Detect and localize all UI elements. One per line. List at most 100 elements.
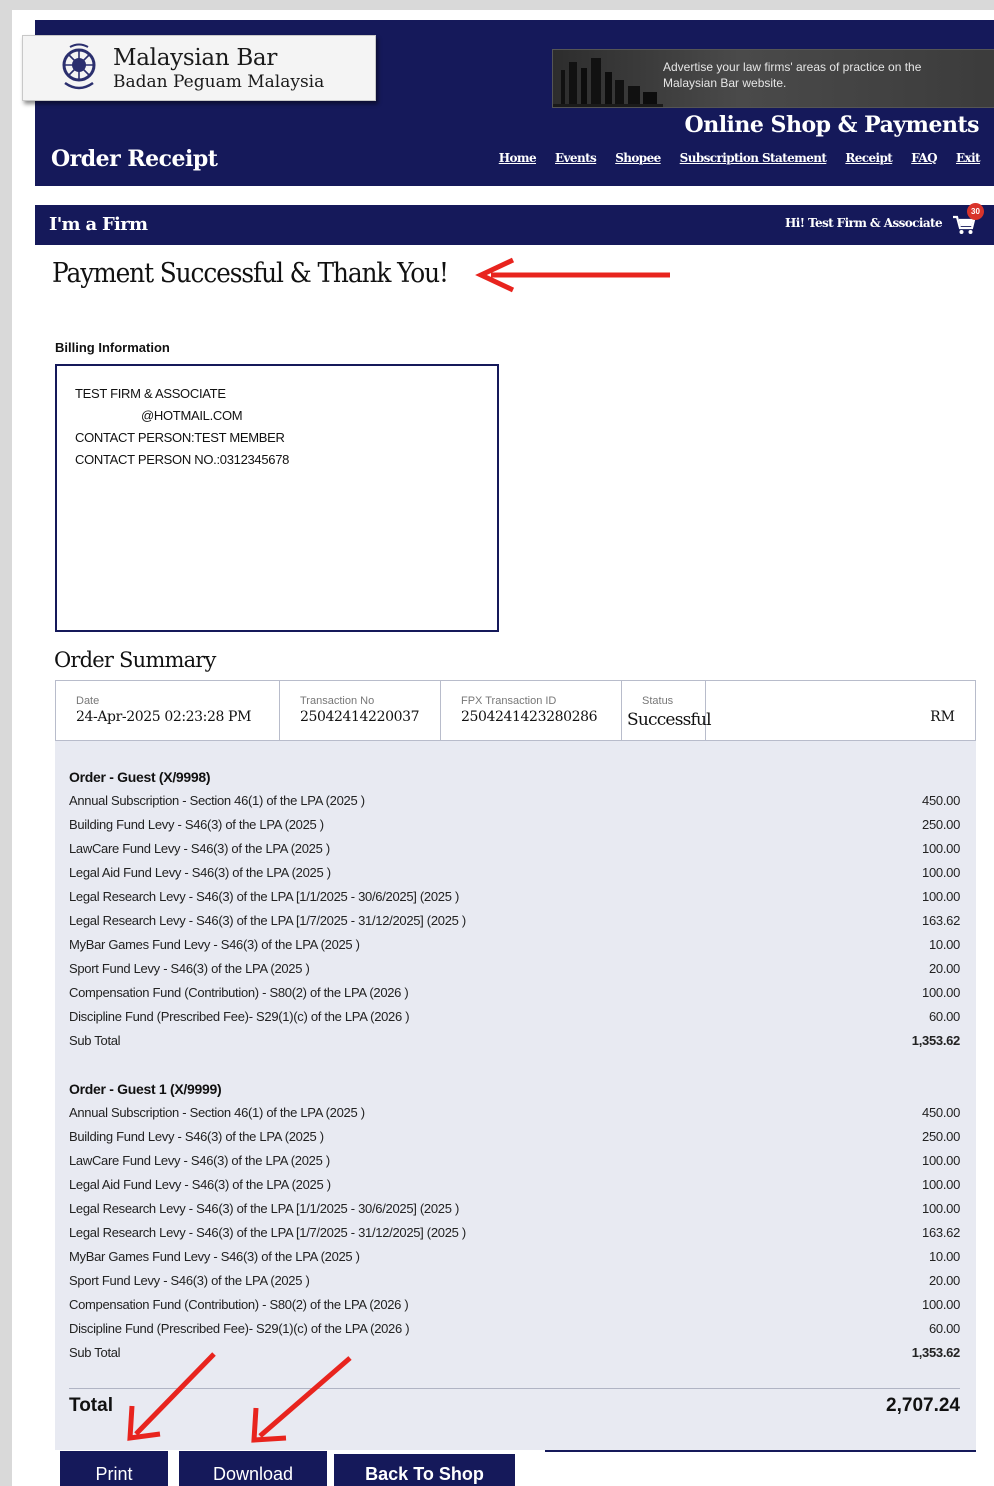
back-to-shop-button[interactable]: Back To Shop: [334, 1454, 515, 1486]
date-label: Date: [76, 695, 100, 707]
line-item-description: Discipline Fund (Prescribed Fee)- S29(1)…: [69, 1321, 410, 1336]
download-button[interactable]: Download: [179, 1451, 327, 1486]
status-label: Status: [642, 695, 674, 707]
line-item-description: Sport Fund Levy - S46(3) of the LPA (202…: [69, 961, 310, 976]
shop-title: Online Shop & Payments: [684, 112, 980, 138]
line-item-description: Discipline Fund (Prescribed Fee)- S29(1)…: [69, 1009, 410, 1024]
line-item-row: Legal Aid Fund Levy - S46(3) of the LPA …: [69, 1173, 960, 1197]
billing-information-label: Billing Information: [55, 340, 170, 355]
annotation-arrow-icon: [251, 1356, 352, 1443]
line-item-amount: 10.00: [928, 1249, 960, 1264]
line-item-description: Legal Research Levy - S46(3) of the LPA …: [69, 889, 459, 904]
nav-subscription-statement[interactable]: Subscription Statement: [680, 151, 827, 165]
line-item-row: Building Fund Levy - S46(3) of the LPA (…: [69, 1125, 960, 1149]
nav-shopee[interactable]: Shopee: [615, 151, 661, 165]
window-left-edge: [0, 0, 12, 1486]
user-greeting: Hi! Test Firm & Associate: [785, 216, 943, 230]
order-group-title: Order - Guest (X/9998): [69, 769, 211, 785]
line-item-description: Legal Research Levy - S46(3) of the LPA …: [69, 913, 466, 928]
subtotal-amount: 1,353.62: [911, 1345, 961, 1360]
fpx-transaction-value: 2504241423280286: [461, 709, 598, 725]
fpx-transaction-cell: FPX Transaction ID 2504241423280286: [441, 681, 622, 740]
total-amount: 2,707.24: [886, 1395, 960, 1416]
line-item-row: MyBar Games Fund Levy - S46(3) of the LP…: [69, 1245, 960, 1269]
page-title: Order Receipt: [51, 146, 218, 172]
line-item-amount: 163.62: [922, 1225, 960, 1240]
line-item-amount: 100.00: [922, 841, 960, 856]
logo-title: Malaysian Bar: [113, 45, 278, 71]
line-item-amount: 100.00: [922, 1177, 960, 1192]
line-item-description: LawCare Fund Levy - S46(3) of the LPA (2…: [69, 841, 330, 856]
line-item-description: Building Fund Levy - S46(3) of the LPA (…: [69, 1129, 324, 1144]
line-item-row: LawCare Fund Levy - S46(3) of the LPA (2…: [69, 837, 960, 861]
nav-events[interactable]: Events: [555, 151, 597, 165]
line-item-amount: 100.00: [922, 1153, 960, 1168]
order-summary-panel: Date 24-Apr-2025 02:23:28 PM Transaction…: [55, 680, 976, 1450]
subtotal-label: Sub Total: [69, 1345, 121, 1360]
status-cell: Status Successful: [622, 681, 712, 740]
line-item-amount: 163.62: [922, 913, 960, 928]
line-item-amount: 100.00: [922, 1297, 960, 1312]
line-item-description: MyBar Games Fund Levy - S46(3) of the LP…: [69, 937, 360, 952]
currency-label: RM: [930, 709, 955, 725]
transaction-no-label: Transaction No: [300, 695, 375, 707]
nav-home[interactable]: Home: [499, 151, 537, 165]
line-item-amount: 100.00: [922, 889, 960, 904]
line-item-row: LawCare Fund Levy - S46(3) of the LPA (2…: [69, 1149, 960, 1173]
button-divider: [545, 1450, 976, 1452]
line-item-amount: 100.00: [922, 865, 960, 880]
subtotal-label: Sub Total: [69, 1033, 121, 1048]
billing-email: @HOTMAIL.COM: [141, 408, 243, 423]
annotation-arrow-icon: [475, 257, 670, 293]
transaction-no-value: 25042414220037: [300, 709, 420, 725]
subtotal-row: Sub Total 1,353.62: [69, 1029, 960, 1053]
line-item-row: Annual Subscription - Section 46(1) of t…: [69, 1101, 960, 1125]
line-item-amount: 20.00: [928, 1273, 960, 1288]
date-cell: Date 24-Apr-2025 02:23:28 PM: [56, 681, 280, 740]
payment-success-heading: Payment Successful & Thank You!: [52, 258, 449, 289]
transaction-no-cell: Transaction No 25042414220037: [280, 681, 441, 740]
total-label: Total: [69, 1395, 113, 1416]
line-item-description: Compensation Fund (Contribution) - S80(2…: [69, 1297, 409, 1312]
order-summary-title: Order Summary: [54, 648, 216, 672]
line-item-description: Legal Aid Fund Levy - S46(3) of the LPA …: [69, 1177, 331, 1192]
line-item-row: MyBar Games Fund Levy - S46(3) of the LP…: [69, 933, 960, 957]
malaysian-bar-emblem-icon: [62, 43, 96, 90]
order-group: Order - Guest 1 (X/9999) Annual Subscript…: [69, 1077, 960, 1365]
print-button[interactable]: Print: [60, 1451, 168, 1486]
line-item-row: Legal Research Levy - S46(3) of the LPA …: [69, 1197, 960, 1221]
line-item-amount: 250.00: [922, 817, 960, 832]
line-item-description: Annual Subscription - Section 46(1) of t…: [69, 793, 365, 808]
billing-information-box: TEST FIRM & ASSOCIATE @HOTMAIL.COM CONTA…: [55, 364, 499, 632]
fpx-transaction-label: FPX Transaction ID: [461, 695, 557, 707]
line-item-description: Legal Aid Fund Levy - S46(3) of the LPA …: [69, 865, 331, 880]
line-item-description: LawCare Fund Levy - S46(3) of the LPA (2…: [69, 1153, 330, 1168]
line-item-row: Discipline Fund (Prescribed Fee)- S29(1)…: [69, 1317, 960, 1341]
line-item-row: Building Fund Levy - S46(3) of the LPA (…: [69, 813, 960, 837]
billing-contact-number: CONTACT PERSON NO.:0312345678: [75, 452, 290, 467]
line-item-amount: 450.00: [922, 793, 960, 808]
order-group-title: Order - Guest 1 (X/9999): [69, 1081, 222, 1097]
line-item-amount: 10.00: [928, 937, 960, 952]
line-item-description: Sport Fund Levy - S46(3) of the LPA (202…: [69, 1273, 310, 1288]
line-item-description: Legal Research Levy - S46(3) of the LPA …: [69, 1201, 459, 1216]
billing-contact-person: CONTACT PERSON:TEST MEMBER: [75, 430, 285, 445]
nav-receipt[interactable]: Receipt: [845, 151, 892, 165]
line-item-amount: 20.00: [928, 961, 960, 976]
line-item-row: Discipline Fund (Prescribed Fee)- S29(1)…: [69, 1005, 960, 1029]
logo-subtitle: Badan Peguam Malaysia: [113, 72, 325, 92]
billing-firm-name: TEST FIRM & ASSOCIATE: [75, 386, 226, 401]
line-item-description: MyBar Games Fund Levy - S46(3) of the LP…: [69, 1249, 360, 1264]
window-top-edge: [0, 0, 994, 10]
firm-label: I'm a Firm: [49, 214, 148, 235]
advertisement-banner[interactable]: Advertise your law firms' areas of pract…: [552, 49, 994, 108]
subtotal-amount: 1,353.62: [911, 1033, 961, 1048]
line-item-amount: 100.00: [922, 1201, 960, 1216]
nav-exit[interactable]: Exit: [956, 151, 981, 165]
site-logo[interactable]: Malaysian Bar Badan Peguam Malaysia: [22, 35, 376, 101]
line-item-row: Compensation Fund (Contribution) - S80(2…: [69, 981, 960, 1005]
nav-faq[interactable]: FAQ: [911, 151, 937, 165]
order-summary-header: Date 24-Apr-2025 02:23:28 PM Transaction…: [55, 680, 976, 741]
line-item-amount: 450.00: [922, 1105, 960, 1120]
page-frame: Advertise your law firms' areas of pract…: [0, 0, 994, 1486]
